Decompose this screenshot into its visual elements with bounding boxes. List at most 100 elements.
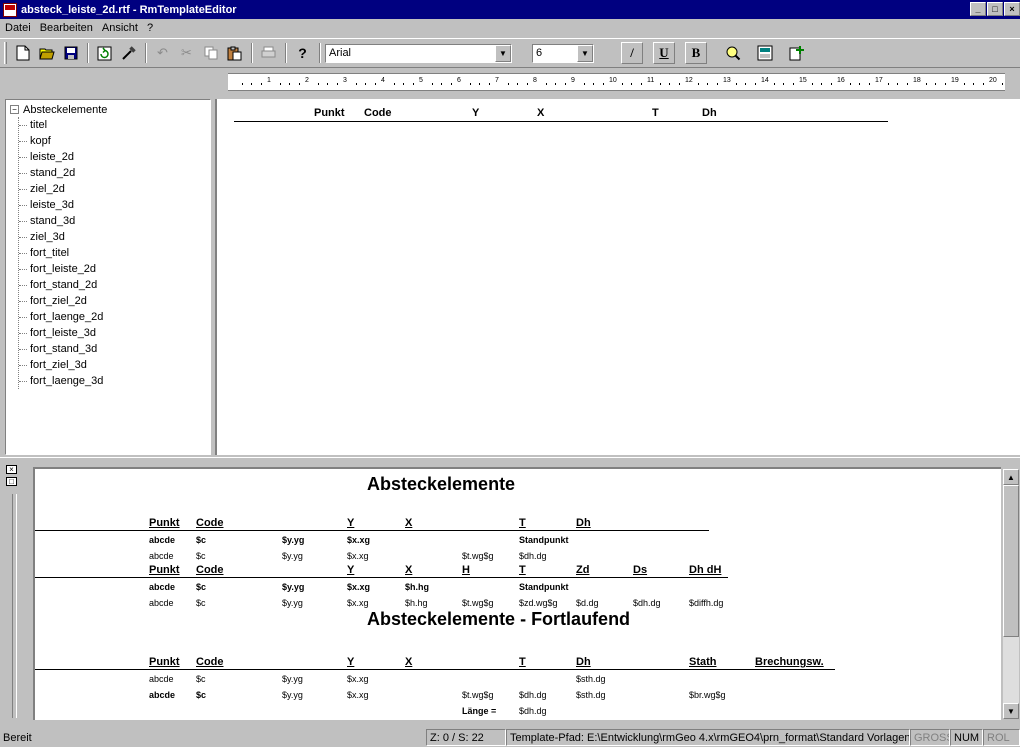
toolbar-grip[interactable] (4, 42, 7, 64)
refresh-icon[interactable] (93, 42, 116, 64)
tree-item[interactable]: leiste_2d (19, 149, 103, 165)
minimize-button[interactable]: _ (970, 2, 986, 16)
menu-bearbeiten[interactable]: Bearbeiten (35, 22, 97, 34)
preview-cell: $sth.dg (576, 690, 606, 700)
tree-item[interactable]: ziel_3d (19, 229, 103, 245)
splitter[interactable] (0, 457, 1020, 461)
header-t: T (652, 107, 659, 119)
toolbar-separator (251, 43, 253, 63)
preview-icon[interactable] (753, 42, 776, 64)
ruler-tick (355, 83, 357, 85)
tree-root[interactable]: − Absteckelemente (10, 103, 107, 116)
menu-datei[interactable]: Datei (0, 22, 35, 34)
ruler-tick (403, 83, 404, 85)
ruler-tick (973, 83, 974, 85)
ruler-tick (317, 83, 319, 85)
app-icon[interactable] (3, 2, 17, 17)
tree-item[interactable]: stand_2d (19, 165, 103, 181)
tree-item[interactable]: fort_laenge_3d (19, 373, 103, 389)
ruler-tick (441, 83, 442, 85)
italic-button[interactable]: / (621, 42, 643, 64)
window-title: absteck_leiste_2d.rtf - RmTemplateEditor (21, 3, 237, 16)
menu-ansicht[interactable]: Ansicht (97, 22, 142, 34)
open-folder-icon[interactable] (35, 42, 58, 64)
scroll-down-icon[interactable]: ▼ (1003, 703, 1019, 719)
ruler[interactable]: 1 2 3 4 5 6 7 8 9 10 11 12 13 14 15 16 17 18 19 20 (228, 73, 1005, 91)
font-name-combo[interactable]: Arial ▼ (325, 43, 512, 63)
header-code: Code (364, 107, 392, 119)
tree-item[interactable]: titel (19, 117, 103, 133)
tree-item[interactable]: fort_leiste_2d (19, 261, 103, 277)
ruler-label: 11 (647, 77, 655, 84)
preview-rule (35, 530, 709, 531)
insert-icon[interactable] (785, 42, 808, 64)
chevron-down-icon[interactable]: ▼ (577, 44, 593, 62)
preview-header-punkt: Punkt (149, 564, 180, 576)
bold-button[interactable]: B (685, 42, 707, 64)
preview-scrollbar[interactable]: ▲ ▼ (1003, 469, 1019, 719)
ruler-tick (593, 83, 594, 85)
tree-items: titel kopf leiste_2d stand_2d ziel_2d le… (18, 117, 103, 389)
scroll-thumb[interactable] (1003, 485, 1019, 637)
preview-header-dh-dh: Dh dH (689, 564, 722, 576)
tree-item[interactable]: fort_ziel_2d (19, 293, 103, 309)
preview-cell: abcde (149, 582, 176, 592)
ruler-tick (431, 83, 433, 85)
scroll-up-icon[interactable]: ▲ (1003, 469, 1019, 485)
preview-cell: $dh.dg (633, 598, 661, 608)
tree-item[interactable]: fort_ziel_3d (19, 357, 103, 373)
tools-icon[interactable] (117, 42, 140, 64)
underline-button[interactable]: U (653, 42, 675, 64)
status-num: NUM (950, 729, 983, 746)
header-y: Y (472, 107, 480, 119)
preview-header-h: H (462, 564, 470, 576)
ruler-tick (412, 83, 414, 85)
preview-cell: $sth.dg (576, 674, 606, 684)
tree-item[interactable]: fort_titel (19, 245, 103, 261)
toolbar-separator (145, 43, 147, 63)
close-preview-icon[interactable]: × (6, 465, 17, 474)
paste-icon[interactable] (223, 42, 246, 64)
preview-cell: $c (196, 551, 206, 561)
preview-cell: $zd.wg$g (519, 598, 558, 608)
ruler-tick (707, 83, 708, 85)
tree-item[interactable]: ziel_2d (19, 181, 103, 197)
ruler-tick (716, 83, 718, 85)
ruler-tick (669, 83, 670, 85)
template-editor[interactable]: Punkt Code Y X T Dh (215, 99, 1020, 455)
new-file-icon[interactable] (11, 42, 34, 64)
collapse-icon[interactable]: − (10, 105, 19, 114)
cut-icon[interactable]: ✂ (175, 42, 198, 64)
save-icon[interactable] (59, 42, 82, 64)
font-size-combo[interactable]: 6 ▼ (532, 43, 594, 63)
undo-icon[interactable]: ↶ (151, 42, 174, 64)
ruler-tick (897, 83, 898, 85)
ruler-tick (260, 83, 262, 85)
preview-cell: $h.hg (405, 582, 429, 592)
tree-item[interactable]: fort_stand_3d (19, 341, 103, 357)
maximize-button[interactable]: □ (987, 2, 1003, 16)
preview-cell: abcde (149, 535, 176, 545)
print-icon[interactable] (257, 42, 280, 64)
menu-help[interactable]: ? (142, 22, 157, 34)
search-icon[interactable] (721, 42, 744, 64)
preview-cell: $dh.dg (519, 706, 547, 716)
tree-item[interactable]: fort_stand_2d (19, 277, 103, 293)
tree-item[interactable]: stand_3d (19, 213, 103, 229)
preview-cell: Standpunkt (519, 535, 569, 545)
ruler-label: 17 (875, 77, 883, 84)
status-caps: GROSS (910, 729, 950, 746)
preview-sidebar-grip[interactable] (12, 494, 17, 718)
tree-item[interactable]: fort_laenge_2d (19, 309, 103, 325)
preview-header-y: Y (347, 564, 355, 576)
preview-cell: $t.wg$g (462, 690, 494, 700)
close-button[interactable]: × (1004, 2, 1020, 16)
tree-item[interactable]: fort_leiste_3d (19, 325, 103, 341)
tree-item[interactable]: leiste_3d (19, 197, 103, 213)
chevron-down-icon[interactable]: ▼ (495, 44, 511, 62)
tree-item[interactable]: kopf (19, 133, 103, 149)
help-icon[interactable]: ? (291, 42, 314, 64)
ruler-tick (545, 83, 547, 85)
copy-icon[interactable] (199, 42, 222, 64)
restore-preview-icon[interactable]: □ (6, 477, 17, 486)
